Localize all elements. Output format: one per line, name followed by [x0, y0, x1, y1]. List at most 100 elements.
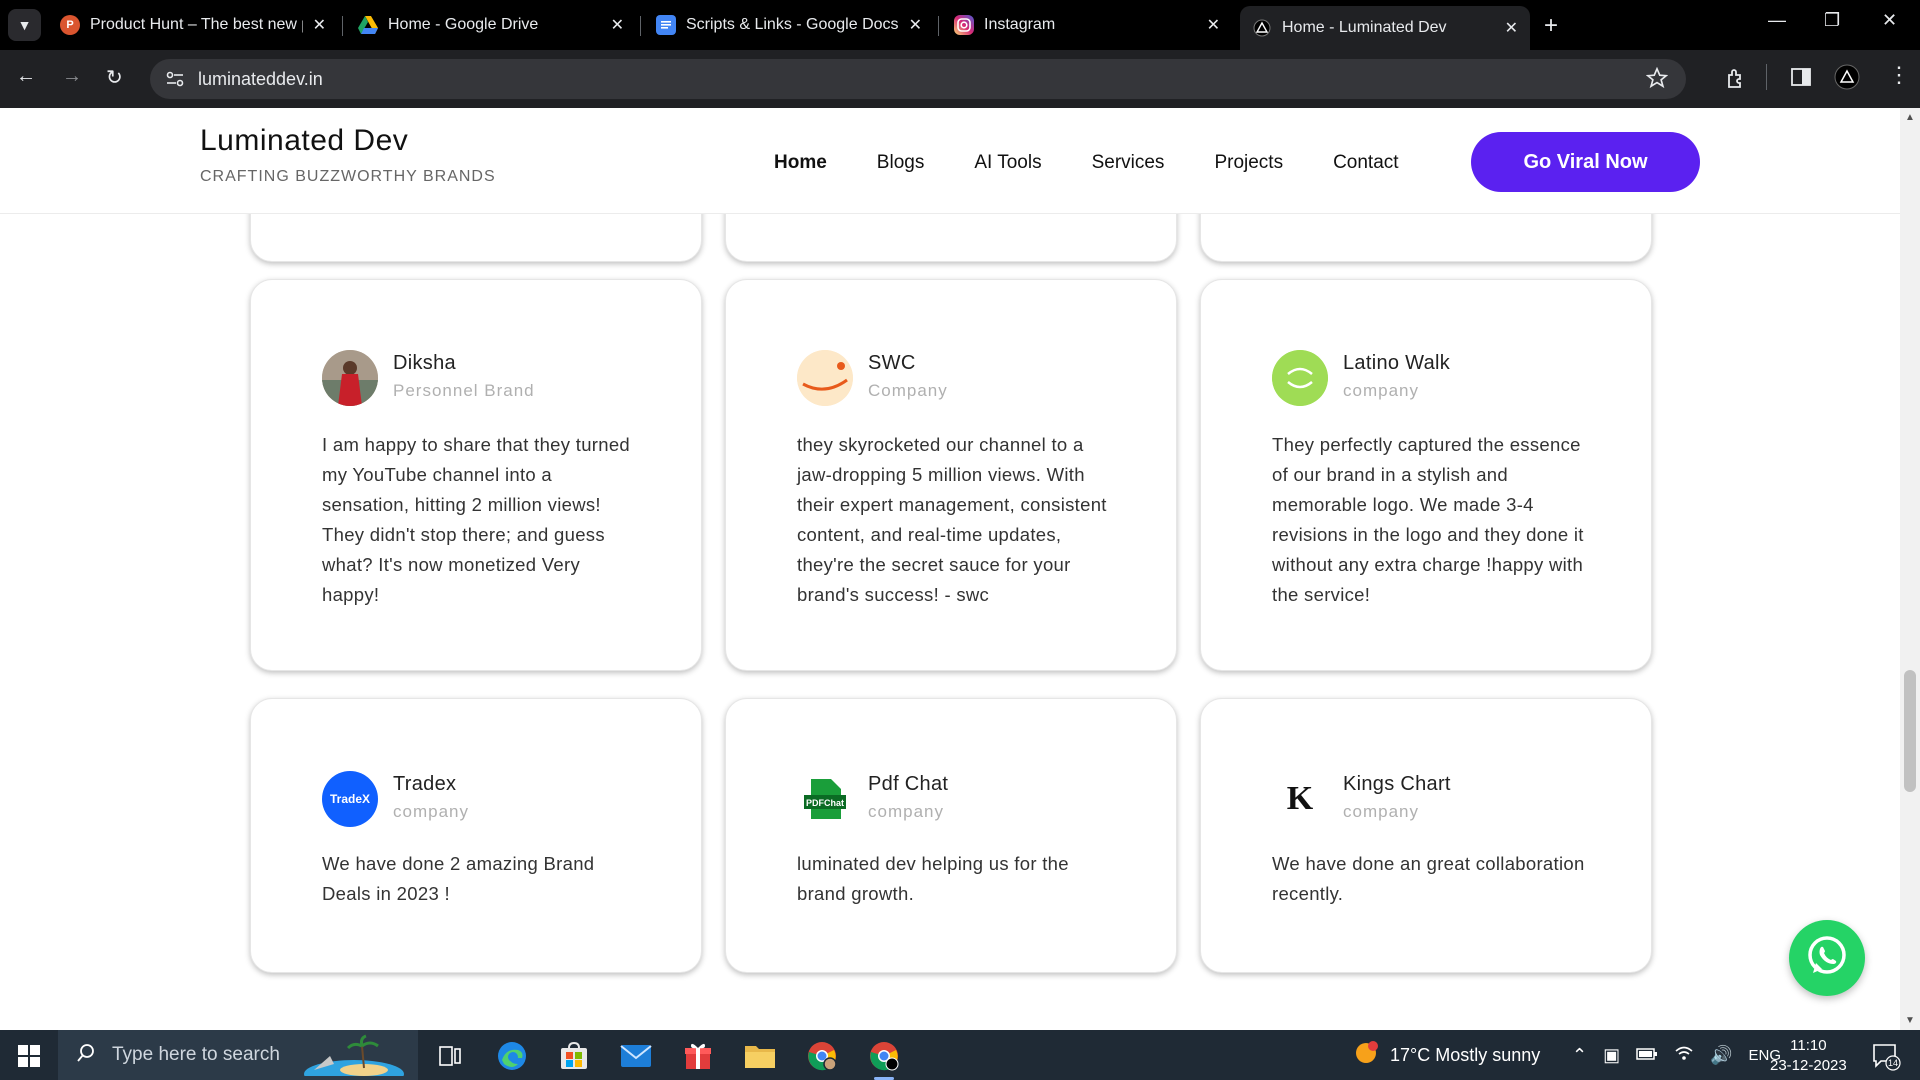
- chevron-down-icon: ▼: [17, 17, 32, 33]
- author-role: company: [393, 802, 469, 821]
- beach-illustration-icon: [294, 1034, 404, 1080]
- wifi-icon[interactable]: [1674, 1045, 1694, 1066]
- tab-google-docs[interactable]: Scripts & Links - Google Docs ✕: [644, 6, 934, 44]
- google-drive-icon: [358, 15, 378, 35]
- testimonial-text: I am happy to share that they turned my …: [322, 434, 631, 605]
- microsoft-store-icon[interactable]: [556, 1038, 592, 1074]
- nav-contact[interactable]: Contact: [1333, 152, 1398, 174]
- testimonial-text: We have done 2 amazing Brand Deals in 20…: [322, 853, 595, 904]
- author-name: Kings Chart: [1343, 773, 1451, 795]
- weather-widget[interactable]: 17°C Mostly sunny: [1352, 1030, 1540, 1080]
- tab-product-hunt[interactable]: P Product Hunt – The best new products ✕: [48, 6, 338, 44]
- reload-icon[interactable]: ↻: [106, 65, 123, 90]
- clock-time: 11:10: [1790, 1037, 1827, 1054]
- task-view-icon[interactable]: [432, 1038, 468, 1074]
- scrollbar-thumb[interactable]: [1904, 670, 1916, 792]
- testimonial-text: We have done an great collaboration rece…: [1272, 853, 1585, 904]
- more-menu-icon[interactable]: ⋮: [1888, 62, 1910, 88]
- brand[interactable]: Luminated Dev CRAFTING BUZZWORTHY BRANDS: [200, 124, 496, 186]
- weather-text: 17°C Mostly sunny: [1390, 1044, 1541, 1065]
- bookmark-star-icon[interactable]: [1645, 66, 1669, 94]
- testimonial-author: Latino Walk company: [1343, 352, 1450, 401]
- notification-center-icon[interactable]: 14: [1868, 1038, 1904, 1074]
- svg-text:PDFChat: PDFChat: [806, 798, 844, 808]
- taskbar-clock[interactable]: 11:10 23-12-2023: [1770, 1036, 1847, 1076]
- close-icon[interactable]: ✕: [611, 15, 624, 35]
- gift-app-icon[interactable]: [680, 1038, 716, 1074]
- system-tray: ⌃ ▣ 🔊 ENG: [1572, 1030, 1781, 1080]
- tradex-logo: TradeX: [322, 771, 378, 827]
- testimonial-card: Latino Walk company They perfectly captu…: [1200, 279, 1652, 671]
- extensions-icon[interactable]: [1724, 66, 1748, 95]
- side-panel-icon[interactable]: [1790, 66, 1812, 93]
- testimonial-author: Pdf Chat company: [868, 773, 948, 822]
- author-name: Diksha: [393, 352, 456, 374]
- close-icon[interactable]: ✕: [313, 15, 326, 35]
- scroll-up-icon[interactable]: ▲: [1905, 112, 1915, 123]
- testimonial-card: Diksha Personnel Brand I am happy to sha…: [250, 279, 702, 671]
- nav-projects[interactable]: Projects: [1214, 152, 1283, 174]
- taskbar-search[interactable]: Type here to search: [58, 1030, 418, 1080]
- weather-sun-icon: [1352, 1039, 1380, 1072]
- brand-name: Luminated Dev: [200, 124, 409, 157]
- go-viral-button[interactable]: Go Viral Now: [1471, 132, 1700, 192]
- windows-start-icon[interactable]: [18, 1045, 40, 1072]
- scroll-down-icon[interactable]: ▼: [1905, 1015, 1915, 1026]
- page-scrollbar[interactable]: ▲ ▼: [1900, 108, 1920, 1030]
- svg-text:14: 14: [1888, 1058, 1898, 1068]
- tab-separator: [938, 16, 939, 36]
- testimonial-card: K Kings Chart company We have done an gr…: [1200, 698, 1652, 973]
- testimonial-author: Kings Chart company: [1343, 773, 1451, 822]
- chevron-up-icon[interactable]: ⌃: [1572, 1045, 1587, 1066]
- close-window-icon[interactable]: ✕: [1882, 10, 1897, 31]
- battery-icon[interactable]: [1636, 1045, 1658, 1066]
- swc-logo: [797, 350, 853, 406]
- testimonial-card: TradeX Tradex company We have done 2 ama…: [250, 698, 702, 973]
- meet-now-icon[interactable]: ▣: [1603, 1045, 1620, 1066]
- edge-browser-icon[interactable]: [494, 1038, 530, 1074]
- pdf-chat-logo: PDFChat: [797, 771, 853, 827]
- product-hunt-icon: P: [60, 15, 80, 35]
- minimize-icon[interactable]: —: [1768, 10, 1786, 31]
- testimonial-text: They perfectly captured the essence of o…: [1272, 434, 1584, 605]
- nav-ai-tools[interactable]: AI Tools: [974, 152, 1041, 174]
- close-icon[interactable]: ✕: [1505, 18, 1518, 38]
- close-icon[interactable]: ✕: [1207, 15, 1220, 35]
- nav-home[interactable]: Home: [774, 152, 827, 174]
- author-name: Latino Walk: [1343, 352, 1451, 374]
- testimonial-text: they skyrocketed our channel to a jaw-dr…: [797, 434, 1107, 605]
- site-settings-icon[interactable]: [164, 68, 186, 90]
- author-role: Personnel Brand: [393, 381, 535, 400]
- testimonial-text: luminated dev helping us for the brand g…: [797, 853, 1069, 904]
- testimonial-card: SWC Company they skyrocketed our channel…: [725, 279, 1177, 671]
- back-icon[interactable]: ←: [16, 65, 36, 88]
- volume-icon[interactable]: 🔊: [1710, 1045, 1732, 1066]
- luminated-dev-icon: [1252, 18, 1272, 38]
- author-name: SWC: [868, 352, 916, 374]
- author-name: Pdf Chat: [868, 773, 949, 795]
- mail-icon[interactable]: [618, 1038, 654, 1074]
- nav-blogs[interactable]: Blogs: [877, 152, 925, 174]
- instagram-icon: [954, 15, 974, 35]
- restore-icon[interactable]: ❐: [1824, 10, 1840, 31]
- clock-date: 23-12-2023: [1770, 1057, 1847, 1074]
- nav-services[interactable]: Services: [1092, 152, 1165, 174]
- whatsapp-chat-button[interactable]: [1789, 920, 1865, 996]
- profile-avatar[interactable]: [1834, 64, 1860, 95]
- author-name: Tradex: [393, 773, 457, 795]
- chrome-profile-icon[interactable]: [804, 1038, 840, 1074]
- tab-instagram[interactable]: Instagram ✕: [942, 6, 1232, 44]
- testimonial-author: Diksha Personnel Brand: [393, 352, 535, 401]
- close-icon[interactable]: ✕: [909, 15, 922, 35]
- file-explorer-icon[interactable]: [742, 1038, 778, 1074]
- tab-bar: ▼ P Product Hunt – The best new products…: [0, 0, 1920, 50]
- new-tab-icon[interactable]: +: [1544, 12, 1558, 40]
- forward-icon[interactable]: →: [62, 65, 82, 88]
- search-icon: [76, 1043, 96, 1068]
- tab-luminated-dev[interactable]: Home - Luminated Dev ✕: [1240, 6, 1530, 50]
- site-header: Luminated Dev CRAFTING BUZZWORTHY BRANDS…: [0, 108, 1900, 214]
- tab-google-drive[interactable]: Home - Google Drive ✕: [346, 6, 636, 44]
- address-bar[interactable]: luminateddev.in: [150, 59, 1686, 99]
- chrome-active-icon[interactable]: [866, 1038, 902, 1080]
- tab-search-button[interactable]: ▼: [8, 9, 41, 41]
